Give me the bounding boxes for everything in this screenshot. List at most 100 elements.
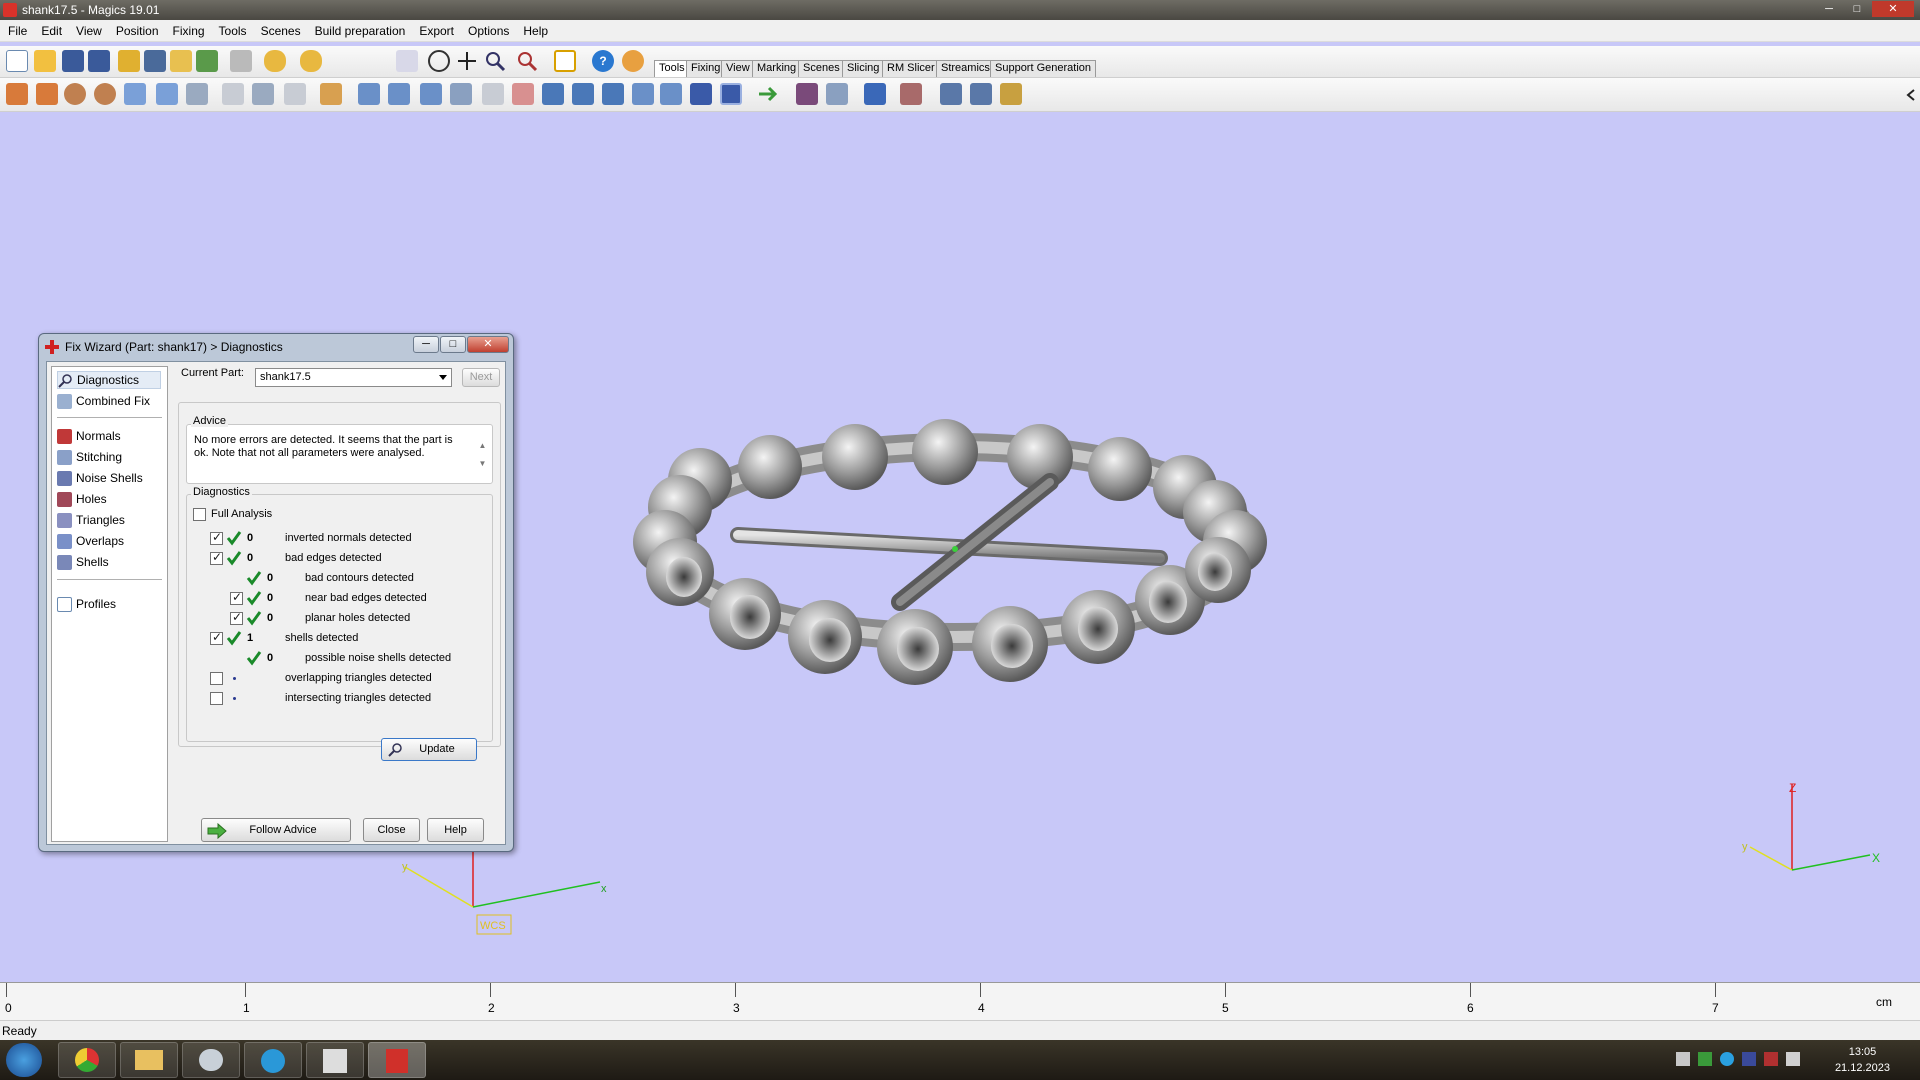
menu-scenes[interactable]: Scenes (261, 24, 301, 38)
cut-icon[interactable] (222, 83, 244, 105)
triangle-select-icon[interactable] (450, 83, 472, 105)
explorer-task-icon[interactable] (120, 1042, 178, 1078)
load-scene-icon[interactable] (170, 50, 192, 72)
print-icon[interactable] (230, 50, 252, 72)
unload-part-icon[interactable] (196, 50, 218, 72)
platform-icon[interactable] (864, 83, 886, 105)
dialog-close-x-button[interactable]: ✕ (467, 336, 509, 353)
rotate-icon[interactable] (36, 83, 58, 105)
sg-icon[interactable] (1000, 83, 1022, 105)
minimize-button[interactable]: ─ (1816, 1, 1842, 17)
ring-model[interactable] (633, 419, 1267, 685)
box-icon[interactable] (690, 83, 712, 105)
nav-stitching[interactable]: Stitching (57, 448, 122, 466)
tray-volume-icon[interactable] (1786, 1052, 1800, 1066)
build-time-icon[interactable] (900, 83, 922, 105)
current-part-select[interactable]: shank17.5 (255, 368, 452, 387)
new-file-icon[interactable] (6, 50, 28, 72)
tray-alert-icon[interactable] (1764, 1052, 1778, 1066)
magics-task-icon[interactable] (368, 1042, 426, 1078)
overlapping-triangles-checkbox[interactable] (210, 672, 223, 685)
nav-combined-fix[interactable]: Combined Fix (57, 392, 150, 410)
menu-export[interactable]: Export (419, 24, 454, 38)
app-task-icon[interactable] (306, 1042, 364, 1078)
smooth-icon[interactable] (512, 83, 534, 105)
bad-edges-checkbox[interactable] (210, 550, 223, 565)
tab-slicing[interactable]: Slicing (842, 60, 885, 77)
toolbar-expand-icon[interactable] (1904, 86, 1916, 104)
checklist-icon[interactable] (554, 50, 576, 72)
wall-thickness-icon[interactable] (420, 83, 442, 105)
label-icon[interactable] (602, 83, 624, 105)
dialog-maximize-button[interactable]: □ (440, 336, 466, 353)
close-button[interactable]: Close (363, 818, 420, 842)
tab-marking[interactable]: Marking (752, 60, 802, 77)
rescale-icon[interactable] (64, 83, 86, 105)
dialog-minimize-button[interactable]: ─ (413, 336, 439, 353)
nav-noise-shells[interactable]: Noise Shells (57, 469, 143, 487)
nav-diagnostics[interactable]: Diagnostics (57, 371, 161, 389)
nav-normals[interactable]: Normals (57, 427, 121, 445)
tab-fixing[interactable]: Fixing (686, 60, 726, 77)
tab-view[interactable]: View (721, 60, 755, 77)
menu-position[interactable]: Position (116, 24, 159, 38)
hatch-icon[interactable] (970, 83, 992, 105)
save-part-icon[interactable] (144, 50, 166, 72)
tab-rm-slicer[interactable]: RM Slicer (882, 60, 940, 77)
undo-icon[interactable] (264, 50, 286, 72)
redo-icon[interactable] (300, 50, 322, 72)
maximize-button[interactable]: □ (1844, 1, 1870, 17)
shells-checkbox[interactable] (210, 630, 223, 645)
perforate-icon[interactable] (632, 83, 654, 105)
extrude-icon[interactable] (284, 83, 306, 105)
start-button[interactable] (6, 1043, 42, 1077)
follow-advice-button[interactable]: Follow Advice (201, 818, 351, 842)
translate-icon[interactable] (6, 83, 28, 105)
intersecting-triangles-checkbox[interactable] (210, 692, 223, 705)
bounding-box-icon[interactable] (720, 83, 742, 105)
tray-vpn-icon[interactable] (1720, 1052, 1734, 1066)
wire-icon[interactable] (482, 83, 504, 105)
nav-shells[interactable]: Shells (57, 553, 109, 571)
tray-expand-icon[interactable] (1676, 1052, 1690, 1066)
boolean-icon[interactable] (156, 83, 178, 105)
save-icon[interactable] (62, 50, 84, 72)
nav-triangles[interactable]: Triangles (57, 511, 125, 529)
section-icon[interactable] (572, 83, 594, 105)
chrome-task-icon[interactable] (58, 1042, 116, 1078)
menu-fixing[interactable]: Fixing (173, 24, 205, 38)
menu-view[interactable]: View (76, 24, 102, 38)
assistant-icon[interactable] (622, 50, 644, 72)
import-part-icon[interactable] (118, 50, 140, 72)
measure-icon[interactable] (358, 83, 380, 105)
select-icon[interactable] (396, 50, 418, 72)
tray-network-icon[interactable] (1698, 1052, 1712, 1066)
support-icon[interactable] (940, 83, 962, 105)
menu-options[interactable]: Options (468, 24, 509, 38)
zoom-icon[interactable] (484, 50, 506, 72)
hand-tool-icon[interactable] (320, 83, 342, 105)
menu-tools[interactable]: Tools (219, 24, 247, 38)
help-icon[interactable]: ? (592, 50, 614, 72)
vb-task-icon[interactable] (244, 1042, 302, 1078)
hollow-icon[interactable] (252, 83, 274, 105)
full-analysis-checkbox[interactable] (193, 508, 206, 521)
menu-file[interactable]: File (8, 24, 27, 38)
menu-edit[interactable]: Edit (41, 24, 62, 38)
align-icon[interactable] (756, 83, 778, 105)
shell-view-icon[interactable] (542, 83, 564, 105)
paint-task-icon[interactable] (182, 1042, 240, 1078)
offset-icon[interactable] (186, 83, 208, 105)
inverted-normals-checkbox[interactable] (210, 530, 223, 545)
duplicate-icon[interactable] (124, 83, 146, 105)
zoom-window-icon[interactable] (516, 50, 538, 72)
tab-tools[interactable]: Tools (654, 60, 690, 77)
open-folder-icon[interactable] (34, 50, 56, 72)
next-button[interactable]: Next (462, 368, 500, 387)
tray-flag-icon[interactable] (1742, 1052, 1756, 1066)
clock[interactable]: 13:05 21.12.2023 (1835, 1044, 1890, 1076)
mirror-icon[interactable] (94, 83, 116, 105)
close-window-button[interactable]: ✕ (1872, 1, 1914, 17)
update-button[interactable]: Update (381, 738, 477, 761)
menu-help[interactable]: Help (523, 24, 548, 38)
